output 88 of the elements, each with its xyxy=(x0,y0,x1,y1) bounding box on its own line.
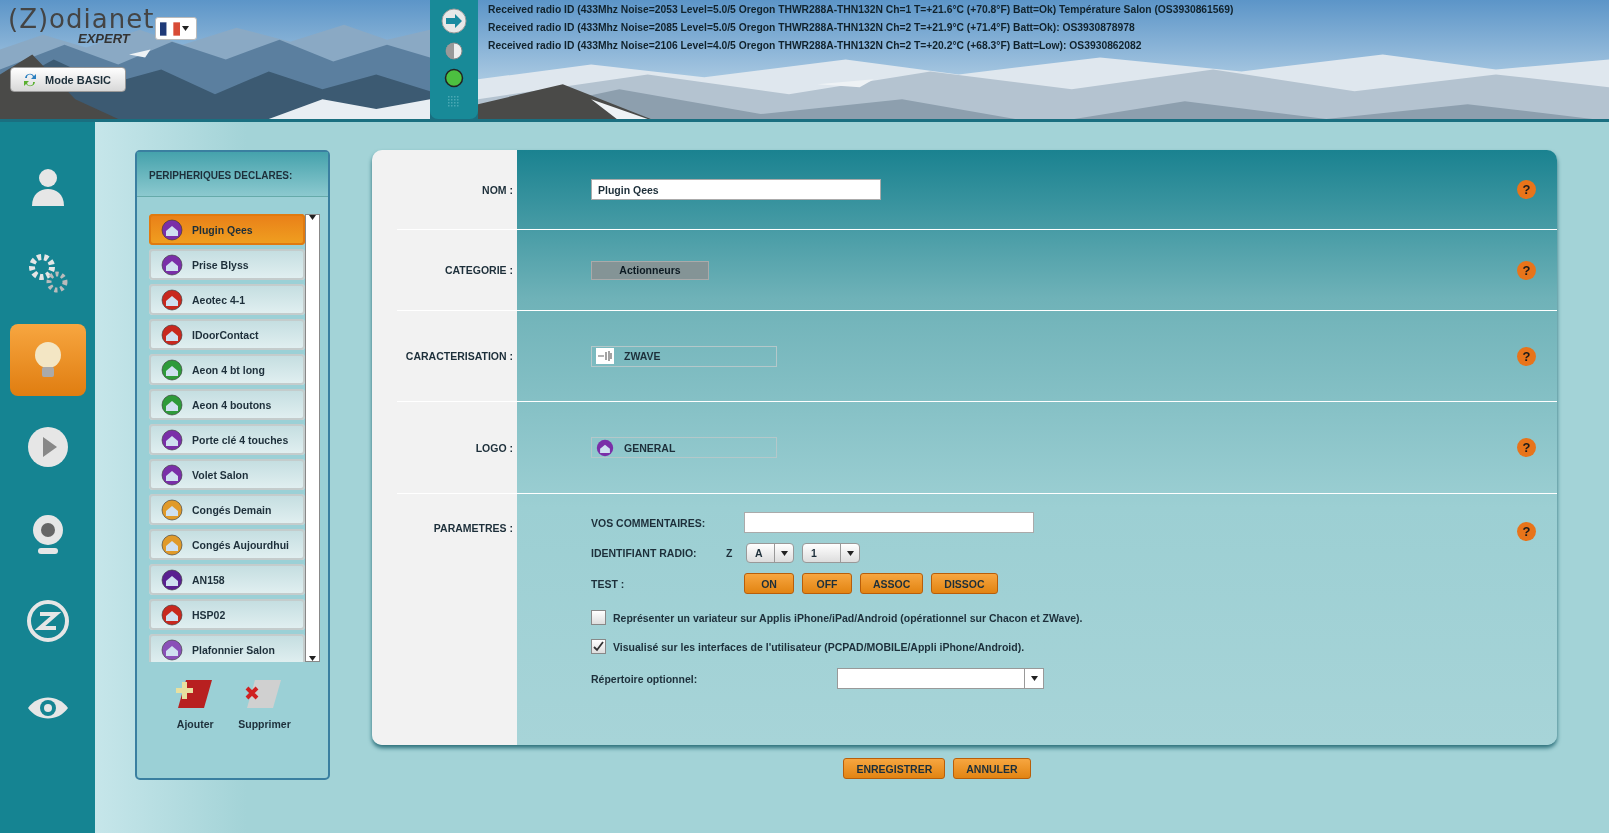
device-item[interactable]: Volet Salon xyxy=(149,459,305,490)
caret-icon xyxy=(309,656,316,661)
half-circle-icon xyxy=(445,42,463,60)
panel-title: PERIPHERIQUES DECLARES: xyxy=(137,152,328,197)
radio-id-label: IDENTIFIANT RADIO: xyxy=(591,547,698,559)
cancel-button[interactable]: ANNULER xyxy=(953,758,1031,779)
checkbox[interactable] xyxy=(591,639,606,654)
device-name: AN158 xyxy=(192,573,225,586)
edition-text: EXPERT xyxy=(78,31,130,46)
number-dropdown[interactable]: 1 xyxy=(802,543,860,563)
help-icon[interactable]: ? xyxy=(1517,522,1536,541)
letter-dropdown[interactable]: A xyxy=(746,543,794,563)
test-button[interactable]: OFF xyxy=(802,573,852,594)
checkbox[interactable] xyxy=(591,610,606,625)
device-item[interactable]: Aeotec 4-1 xyxy=(149,284,305,315)
field-label: PARAMETRES : xyxy=(432,521,514,534)
device-name: Plafonnier Salon xyxy=(192,643,275,656)
test-button[interactable]: ON xyxy=(744,573,794,594)
field-label: NOM : xyxy=(481,183,514,196)
device-item[interactable]: AN158 xyxy=(149,564,305,595)
play-icon xyxy=(25,425,70,469)
add-button[interactable]: Ajouter xyxy=(174,676,217,730)
radio-antenna-icon xyxy=(596,348,614,364)
caret-icon xyxy=(780,550,788,556)
device-item[interactable]: Prise Blyss xyxy=(149,249,305,280)
caret-icon xyxy=(182,26,189,31)
help-icon[interactable]: ? xyxy=(1517,346,1536,366)
device-name: Congés Aujourdhui xyxy=(192,538,290,551)
help-icon[interactable]: ? xyxy=(1517,260,1536,280)
log-line: Received radio ID (433Mhz Noise=2106 Level=4.0/5 Oregon THWR288A-THN132N Ch=2 T=+20.2°C (+68.3°F) Batt=Low): OS3930862082 xyxy=(488,40,1143,51)
caret-icon xyxy=(309,215,316,220)
grip-icon xyxy=(448,96,460,108)
device-item[interactable]: HSP02 xyxy=(149,599,305,630)
folder-label: Répertoire optionnel: xyxy=(591,672,699,685)
field-label: CATEGORIE : xyxy=(443,264,514,276)
device-item[interactable]: Plafonnier Salon xyxy=(149,634,305,662)
device-item[interactable]: Porte clé 4 touches xyxy=(149,424,305,455)
help-icon[interactable]: ? xyxy=(1517,438,1536,457)
folder-dropdown[interactable] xyxy=(837,668,1044,689)
logo-text: (Z)odianet xyxy=(8,4,155,34)
device-item[interactable]: IDoorContact xyxy=(149,319,305,350)
device-item[interactable]: Aeon 4 bt long xyxy=(149,354,305,385)
status-light-icon xyxy=(444,68,464,88)
house-icon xyxy=(596,438,614,457)
field-label: LOGO : xyxy=(474,441,514,454)
test-label: TEST : xyxy=(591,577,626,590)
comments-field[interactable] xyxy=(744,512,1034,533)
category-field[interactable]: Actionneurs xyxy=(591,261,709,280)
arrow-right-icon[interactable] xyxy=(441,8,467,34)
delete-button[interactable]: Supprimer xyxy=(238,676,291,730)
characterisation-field[interactable]: ZWAVE xyxy=(591,345,777,367)
switch-arrows-icon xyxy=(23,71,37,88)
device-name: Prise Blyss xyxy=(192,258,249,271)
caret-icon xyxy=(1030,676,1038,681)
flag-icon xyxy=(160,21,180,36)
device-name: Aeon 4 bt long xyxy=(192,363,265,376)
field-label: CARACTERISATION : xyxy=(404,350,514,362)
device-item[interactable]: Aeon 4 boutons xyxy=(149,389,305,420)
device-item[interactable]: Plugin Qees xyxy=(149,214,305,245)
nav-button[interactable] xyxy=(9,324,86,396)
radio-prefix: Z xyxy=(726,547,734,559)
device-name: Aeotec 4-1 xyxy=(192,293,246,306)
device-name: Aeon 4 boutons xyxy=(192,398,272,411)
name-field[interactable]: Plugin Qees xyxy=(591,179,881,200)
test-button[interactable]: DISSOC xyxy=(931,573,998,594)
device-name: Congés Demain xyxy=(192,503,272,516)
check-icon xyxy=(593,641,604,652)
scrollbar[interactable] xyxy=(305,214,320,662)
log-line: Received radio ID (433Mhz Noise=2085 Level=5.0/5 Oregon THWR288A-THN132N Ch=2 T=+21.9°C (+71.4°F) Batt=Ok): OS3930878978 xyxy=(488,22,1136,33)
mode-button[interactable]: Mode BASIC xyxy=(10,67,126,92)
help-icon[interactable]: ? xyxy=(1517,180,1536,199)
device-name: IDoorContact xyxy=(192,328,259,341)
caret-icon xyxy=(846,550,854,556)
logo-field[interactable]: GENERAL xyxy=(591,437,777,458)
device-name: Volet Salon xyxy=(192,468,249,481)
comments-label: VOS COMMENTAIRES: xyxy=(591,516,707,529)
device-name: HSP02 xyxy=(192,608,226,621)
option-label: Représenter un variateur sur Applis iPhone/iPad/Android (opérationnel sur Chacon et ZWave). xyxy=(613,611,1083,624)
language-dropdown[interactable] xyxy=(155,17,197,40)
device-item[interactable]: Congés Aujourdhui xyxy=(149,529,305,560)
test-button[interactable]: ASSOC xyxy=(860,573,924,594)
save-button[interactable]: ENREGISTRER xyxy=(843,758,946,779)
device-name: Porte clé 4 touches xyxy=(192,433,289,446)
z-logo-icon xyxy=(25,599,70,643)
log-line: Received radio ID (433Mhz Noise=2053 Level=5.0/5 Oregon THWR288A-THN132N Ch=1 T=+21.6°C (+70.8°F) Batt=Ok) Température Salon (OS3930861569) xyxy=(488,4,1235,15)
option-label: Visualisé sur les interfaces de l'utilisateur (PCPAD/MOBILE/Appli iPhone/Android). xyxy=(613,640,1025,653)
device-item[interactable]: Congés Demain xyxy=(149,494,305,525)
device-name: Plugin Qees xyxy=(192,223,253,236)
